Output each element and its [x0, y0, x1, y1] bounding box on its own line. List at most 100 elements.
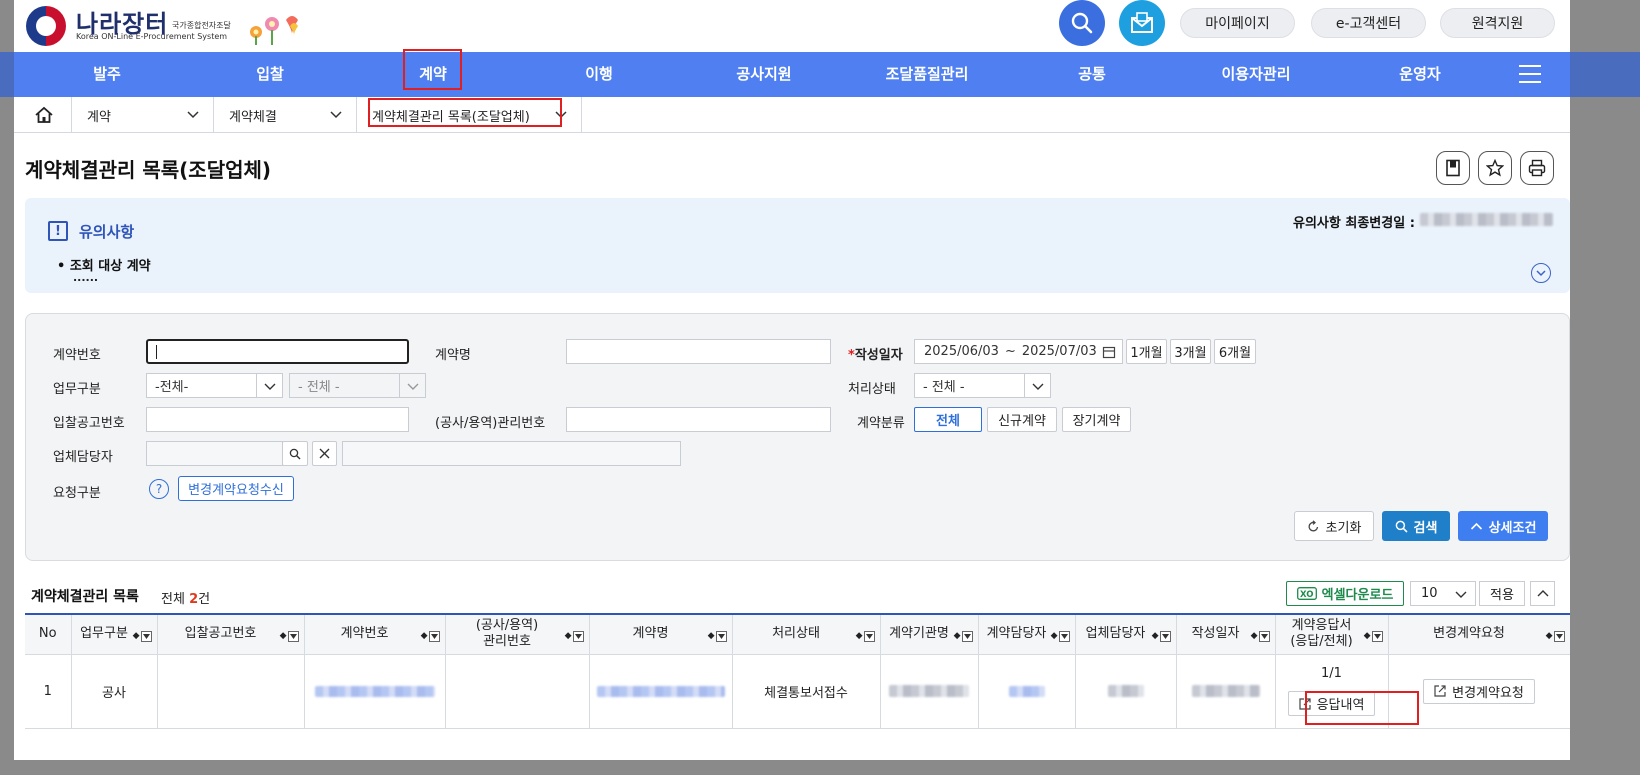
filter-icon[interactable] — [1058, 630, 1070, 642]
filter-icon[interactable] — [572, 630, 584, 642]
manager-input[interactable] — [146, 441, 283, 466]
home-button[interactable] — [14, 97, 72, 133]
cell-contract-no[interactable] — [304, 654, 446, 729]
column-header[interactable]: 계약번호 ◆ — [304, 613, 446, 655]
home-icon — [35, 106, 53, 123]
nav-item-operator[interactable]: 운영자 — [1399, 52, 1440, 97]
excel-download-button[interactable]: XO 엑셀다운로드 — [1286, 581, 1404, 606]
reset-button[interactable]: 초기화 — [1294, 511, 1374, 541]
cell-contract-name[interactable] — [589, 654, 733, 729]
main-nav: 발주 입찰 계약 이행 공사지원 조달품질관리 공통 이용자관리 운영자 — [14, 52, 1570, 97]
page-size-select[interactable]: 10 — [1410, 581, 1476, 606]
sort-icon[interactable]: ◆ — [1251, 628, 1258, 644]
change-request-received-button[interactable]: 변경계약요청수신 — [178, 476, 294, 501]
nav-item-bid[interactable]: 입찰 — [256, 52, 284, 97]
filter-icon[interactable] — [1258, 630, 1270, 642]
detail-conditions-button[interactable]: 상세조건 — [1458, 511, 1548, 541]
column-header[interactable]: 입찰공고번호 ◆ — [157, 613, 305, 655]
period-6month-button[interactable]: 6개월 — [1214, 339, 1256, 364]
menu-icon[interactable] — [1519, 65, 1541, 83]
sort-icon[interactable]: ◆ — [954, 628, 961, 644]
filter-icon[interactable] — [961, 630, 973, 642]
sort-icon[interactable]: ◆ — [1364, 628, 1371, 644]
class-new-button[interactable]: 신규계약 — [987, 407, 1057, 432]
sort-icon[interactable]: ◆ — [421, 628, 428, 644]
column-header[interactable]: 계약기관명 ◆ — [880, 613, 979, 655]
cell-no: 1 — [25, 654, 72, 729]
period-3month-button[interactable]: 3개월 — [1170, 339, 1211, 364]
header-search-button[interactable] — [1059, 0, 1105, 46]
date-range-input[interactable]: 2025/06/03 ~ 2025/07/03 — [914, 339, 1123, 364]
filter-icon[interactable] — [1159, 630, 1171, 642]
period-1month-button[interactable]: 1개월 — [1126, 339, 1167, 364]
bid-no-input[interactable] — [146, 407, 409, 432]
nav-item-quality[interactable]: 조달품질관리 — [886, 52, 969, 97]
column-header[interactable]: 업무구분 ◆ — [71, 613, 158, 655]
nav-item-user-management[interactable]: 이용자관리 — [1221, 52, 1290, 97]
class-all-button[interactable]: 전체 — [914, 407, 982, 432]
calendar-icon[interactable] — [1102, 345, 1116, 359]
column-header[interactable]: 계약담당자 ◆ — [978, 613, 1076, 655]
breadcrumb-level1[interactable]: 계약 — [72, 97, 214, 133]
notice-expand-button[interactable] — [1531, 263, 1551, 283]
contract-name-input[interactable] — [566, 339, 831, 364]
sort-icon[interactable]: ◆ — [565, 628, 572, 644]
column-header[interactable]: 업체담당자 ◆ — [1075, 613, 1177, 655]
sort-icon[interactable]: ◆ — [856, 628, 863, 644]
sort-icon[interactable]: ◆ — [1152, 628, 1159, 644]
filter-icon[interactable] — [1553, 630, 1565, 642]
search-form: 계약번호 계약명 *작성일자 2025/06/03 ~ 2025/07/03 1… — [25, 313, 1570, 561]
breadcrumb-level2[interactable]: 계약체결 — [214, 97, 357, 133]
help-icon[interactable]: ? — [149, 479, 169, 499]
excel-icon: XO — [1296, 587, 1317, 600]
filter-icon[interactable] — [715, 630, 727, 642]
favorite-button[interactable] — [1478, 151, 1512, 185]
sort-icon[interactable]: ◆ — [1051, 628, 1058, 644]
search-button[interactable]: 검색 — [1382, 511, 1450, 541]
chevron-up-icon — [1470, 522, 1482, 530]
column-header[interactable]: 계약명 ◆ — [589, 613, 733, 655]
class-long-term-button[interactable]: 장기계약 — [1062, 407, 1131, 432]
breadcrumb-level3[interactable]: 계약체결관리 목록(조달업체) — [357, 97, 582, 133]
change-request-button[interactable]: 변경계약요청 — [1423, 678, 1535, 704]
table-row[interactable]: 1 공사 체결통보서접수 1/1 응답내역 변경계약요청 — [25, 654, 1570, 729]
apply-button[interactable]: 적용 — [1479, 581, 1525, 606]
filter-icon[interactable] — [863, 630, 875, 642]
sort-icon[interactable]: ◆ — [708, 628, 715, 644]
column-header[interactable]: 계약응답서 (응답/전체) ◆ — [1275, 613, 1389, 655]
biz-type-select[interactable]: -전체- — [146, 373, 283, 398]
filter-icon[interactable] — [140, 630, 152, 642]
column-header[interactable]: (공사/용역) 관리번호 ◆ — [445, 613, 590, 655]
logo-icon[interactable] — [26, 6, 66, 46]
nav-item-contract[interactable]: 계약 — [419, 52, 447, 97]
response-history-label: 응답내역 — [1316, 698, 1365, 713]
manager-clear-button[interactable] — [312, 441, 337, 466]
notice-title: 유의사항 — [79, 223, 135, 241]
customer-center-button[interactable]: e-고객센터 — [1311, 8, 1426, 38]
remote-support-button[interactable]: 원격지원 — [1440, 8, 1555, 38]
nav-item-common[interactable]: 공통 — [1078, 52, 1106, 97]
header-mail-button[interactable] — [1119, 0, 1165, 46]
response-history-button[interactable]: 응답내역 — [1287, 691, 1376, 716]
nav-item-execution[interactable]: 이행 — [585, 52, 613, 97]
mypage-button[interactable]: 마이페이지 — [1180, 8, 1295, 38]
status-select[interactable]: - 전체 - — [914, 373, 1051, 398]
print-button[interactable] — [1520, 151, 1554, 185]
column-header[interactable]: 작성일자 ◆ — [1176, 613, 1276, 655]
logo-subtitle: 국가종합전자조달 — [172, 21, 231, 30]
sort-icon[interactable]: ◆ — [280, 628, 287, 644]
filter-icon[interactable] — [428, 630, 440, 642]
filter-icon[interactable] — [1371, 630, 1383, 642]
sort-icon[interactable]: ◆ — [1546, 628, 1553, 644]
manual-button[interactable] — [1436, 151, 1470, 185]
filter-icon[interactable] — [287, 630, 299, 642]
mgmt-no-input[interactable] — [566, 407, 831, 432]
contract-no-input[interactable] — [146, 339, 409, 364]
sort-icon[interactable]: ◆ — [133, 628, 140, 644]
nav-item-construction-support[interactable]: 공사지원 — [736, 52, 791, 97]
column-header[interactable]: 변경계약요청 ◆ — [1388, 613, 1570, 655]
scroll-up-button[interactable] — [1530, 581, 1555, 606]
nav-item-order[interactable]: 발주 — [93, 52, 121, 97]
manager-search-button[interactable] — [282, 441, 308, 466]
column-header[interactable]: 처리상태 ◆ — [732, 613, 881, 655]
